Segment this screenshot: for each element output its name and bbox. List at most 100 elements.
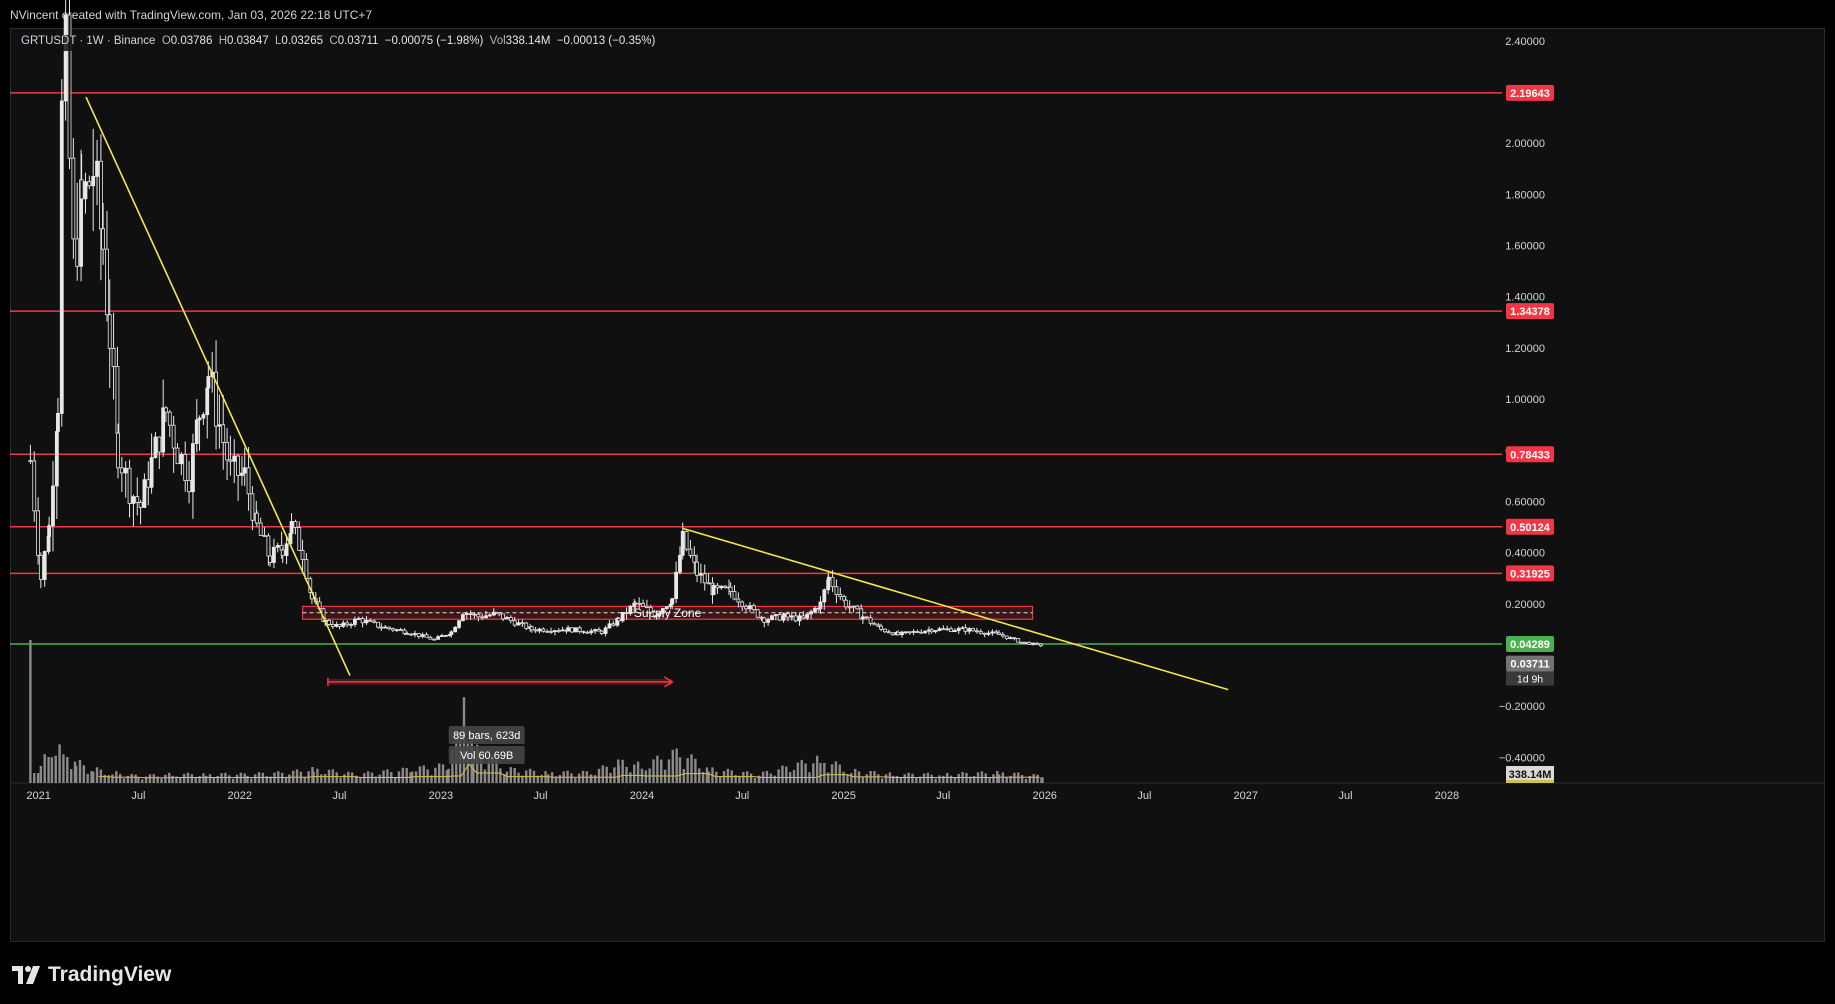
volume-bar bbox=[765, 770, 769, 783]
candle bbox=[131, 494, 136, 527]
candle-body bbox=[420, 634, 425, 637]
candle-body bbox=[36, 510, 40, 556]
candle-body bbox=[541, 628, 546, 632]
candle-body bbox=[353, 618, 357, 625]
volume-bar bbox=[629, 772, 632, 783]
volume-bar bbox=[769, 773, 773, 783]
x-tick-label: Jul bbox=[131, 790, 145, 802]
candle-body bbox=[360, 618, 365, 624]
candle-body bbox=[293, 521, 298, 528]
candle-body bbox=[272, 546, 276, 563]
candle-body bbox=[268, 555, 272, 563]
candle bbox=[416, 633, 421, 639]
volume-bar bbox=[231, 778, 235, 783]
candle-body bbox=[933, 630, 938, 633]
volume-bar bbox=[698, 768, 701, 783]
candle-body bbox=[105, 248, 109, 316]
candle bbox=[1031, 642, 1036, 646]
volume-bar bbox=[208, 774, 212, 783]
candle-body bbox=[699, 573, 703, 576]
candle-body bbox=[242, 467, 247, 474]
candle-body bbox=[79, 179, 84, 200]
legend-symbol[interactable]: GRTUSDT · 1W · Binance bbox=[21, 35, 155, 47]
price-chart[interactable]: Supply Zone 89 bars, 623dVol 60.69B 2.40… bbox=[0, 0, 1835, 1004]
candle-body bbox=[723, 585, 728, 588]
volume-bar bbox=[483, 769, 487, 783]
tradingview-logo-icon bbox=[12, 966, 40, 984]
candle-body bbox=[149, 457, 154, 488]
trendlines bbox=[85, 96, 1229, 691]
candle-body bbox=[153, 436, 158, 458]
volume-bar bbox=[103, 774, 106, 783]
candle bbox=[915, 629, 920, 634]
candle-body bbox=[142, 479, 147, 508]
candle bbox=[599, 630, 604, 636]
candle bbox=[603, 625, 608, 637]
volume-bar bbox=[190, 774, 194, 783]
candle-body bbox=[919, 631, 924, 634]
candle bbox=[941, 625, 946, 631]
volume-bar bbox=[69, 769, 73, 783]
candle bbox=[293, 519, 298, 535]
candle-body bbox=[341, 622, 346, 627]
candle bbox=[228, 435, 233, 476]
candle bbox=[573, 627, 578, 633]
candle-body bbox=[719, 585, 724, 589]
volume-bar bbox=[773, 775, 776, 783]
candle-body bbox=[633, 602, 638, 605]
candle bbox=[715, 582, 720, 594]
volume-bar bbox=[865, 774, 868, 783]
volume-bar bbox=[118, 773, 122, 783]
candle-body bbox=[146, 479, 151, 488]
volume-bar bbox=[984, 773, 987, 783]
candle-body bbox=[187, 480, 191, 493]
candle-body bbox=[929, 629, 934, 633]
candle-body bbox=[171, 424, 176, 449]
candle bbox=[201, 412, 206, 426]
volume-bar bbox=[574, 778, 577, 783]
x-tick-label: Jul bbox=[1137, 790, 1151, 802]
candle-body bbox=[91, 176, 96, 187]
volume-bar bbox=[922, 773, 926, 783]
candle-body bbox=[773, 614, 778, 617]
tradingview-brand[interactable]: TradingView bbox=[12, 962, 171, 988]
volume-bar bbox=[323, 773, 327, 783]
candle-body bbox=[552, 630, 557, 633]
candle-body bbox=[834, 586, 839, 595]
volume-bar bbox=[899, 778, 903, 783]
y-tick-label: 1.80000 bbox=[1505, 189, 1545, 201]
volume-bar bbox=[179, 777, 182, 783]
candle-body bbox=[1016, 638, 1021, 643]
y-tick-label: 1.40000 bbox=[1505, 292, 1545, 304]
candle-body bbox=[135, 496, 140, 503]
volume-bar bbox=[137, 777, 140, 783]
candle bbox=[297, 521, 302, 551]
candle-body bbox=[603, 627, 608, 634]
volume-bar bbox=[644, 770, 648, 783]
x-tick-label: Jul bbox=[936, 790, 950, 802]
candle bbox=[577, 625, 582, 634]
volume-bar bbox=[1013, 772, 1016, 783]
candle-body bbox=[101, 228, 106, 250]
candle bbox=[886, 629, 891, 634]
candle bbox=[345, 620, 350, 628]
x-tick-label: 2022 bbox=[228, 790, 252, 802]
candle-body bbox=[376, 621, 380, 628]
candle bbox=[520, 619, 525, 627]
candle-body bbox=[674, 571, 679, 600]
candle bbox=[1012, 637, 1017, 641]
candle-body bbox=[740, 601, 745, 607]
candle bbox=[1008, 636, 1013, 640]
candle bbox=[896, 630, 901, 636]
candle-body bbox=[116, 432, 120, 469]
candle bbox=[42, 550, 47, 587]
candle bbox=[688, 539, 693, 559]
volume-bar bbox=[992, 774, 995, 783]
countdown-label: 1d 9h bbox=[1517, 674, 1543, 686]
candle-body bbox=[487, 614, 492, 617]
volume-bar bbox=[347, 771, 350, 783]
volume-bar bbox=[171, 775, 174, 783]
candle bbox=[537, 627, 542, 634]
candle bbox=[890, 632, 895, 636]
volume-bar bbox=[617, 765, 621, 783]
